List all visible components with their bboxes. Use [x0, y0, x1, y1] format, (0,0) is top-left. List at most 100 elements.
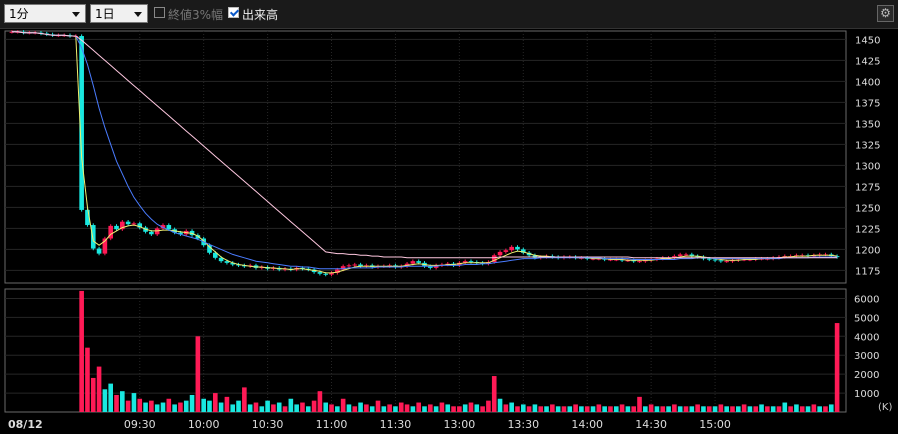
volume-bar — [288, 398, 294, 412]
volume-bar — [137, 398, 143, 412]
volume-bar — [805, 406, 811, 412]
candle-body — [503, 250, 509, 252]
volume-bar — [770, 406, 776, 412]
price-tick-label: 1425 — [855, 56, 880, 67]
moving-average-line — [11, 31, 838, 274]
volume-bar — [828, 404, 834, 412]
volume-bar — [625, 406, 631, 412]
volume-bar — [178, 402, 183, 412]
volume-bar — [276, 402, 282, 412]
volume-bar — [608, 406, 613, 412]
time-tick-label: 13:30 — [507, 418, 539, 431]
candle-body — [149, 231, 154, 235]
volume-bar — [782, 402, 788, 412]
volume-bar — [724, 406, 729, 412]
volume-bar — [486, 400, 491, 412]
volume-bar — [619, 404, 625, 412]
candle-body — [468, 261, 474, 263]
volume-bar — [305, 406, 311, 412]
price-tick-label: 1225 — [855, 224, 880, 235]
price-tick-label: 1325 — [855, 140, 880, 151]
moving-average-line — [11, 31, 838, 270]
price-tick-label: 1175 — [855, 266, 880, 277]
volume-bar — [526, 406, 532, 412]
volume-bar — [218, 402, 224, 412]
volume-bar — [776, 406, 782, 412]
price-tick-label: 1450 — [855, 35, 880, 46]
candle-body — [125, 221, 131, 225]
volume-bar — [799, 406, 805, 412]
volume-bar — [265, 400, 270, 412]
volume-bar — [242, 387, 247, 412]
volume-bar — [590, 406, 596, 412]
volume-bar — [550, 404, 555, 412]
volume-bar — [613, 406, 619, 412]
time-tick-label: 11:00 — [316, 418, 348, 431]
candle-body — [724, 261, 729, 263]
volume-bar — [567, 406, 573, 412]
volume-bar — [811, 404, 817, 412]
volume-bar — [672, 404, 677, 412]
volume-bar — [329, 404, 334, 412]
candle-body — [683, 254, 689, 256]
candle-body — [131, 223, 137, 225]
candle-body — [96, 248, 102, 254]
volume-bar — [643, 406, 648, 412]
volume-bar — [445, 404, 451, 412]
volume-bar — [422, 406, 427, 412]
volume-bar — [410, 406, 416, 412]
volume-bar — [823, 406, 828, 412]
volume-bar — [108, 383, 114, 412]
volume-bar — [149, 400, 154, 412]
volume-bar — [335, 406, 340, 412]
candle-body — [718, 260, 724, 262]
price-tick-label: 1300 — [855, 161, 880, 172]
volume-bar — [398, 402, 404, 412]
volume-bar — [125, 400, 131, 412]
candle-body — [515, 246, 520, 250]
volume-bar — [834, 323, 840, 412]
volume-bar — [648, 404, 654, 412]
candle-body — [712, 259, 718, 261]
volume-bar — [515, 406, 520, 412]
candle-body — [317, 272, 323, 274]
volume-bar — [207, 400, 212, 412]
volume-bar — [474, 404, 480, 412]
volume-bar — [212, 393, 218, 412]
volume-bar — [404, 404, 410, 412]
volume-tick-label: 3000 — [854, 351, 879, 362]
volume-bar — [311, 400, 317, 412]
volume-bar — [340, 398, 346, 412]
volume-bar — [584, 406, 590, 412]
candle-body — [416, 261, 421, 263]
time-tick-label: 14:00 — [571, 418, 603, 431]
volume-bar — [375, 400, 381, 412]
volume-bar — [765, 406, 770, 412]
volume-bar — [317, 391, 323, 412]
volume-bar — [102, 389, 108, 412]
volume-bar — [677, 406, 683, 412]
volume-bar — [433, 406, 439, 412]
time-tick-label: 15:00 — [699, 418, 731, 431]
volume-bar — [596, 404, 602, 412]
candle-body — [323, 273, 329, 275]
volume-tick-label: 5000 — [854, 313, 879, 324]
volume-bar — [230, 404, 236, 412]
candle-body — [509, 246, 514, 251]
candle-body — [352, 264, 358, 266]
volume-bar — [253, 402, 259, 412]
volume-bar — [172, 404, 177, 412]
volume-bar — [224, 396, 230, 412]
volume-bar — [195, 336, 201, 412]
volume-bar — [166, 398, 172, 412]
volume-bar — [294, 404, 299, 412]
time-tick-label: 10:00 — [188, 418, 220, 431]
volume-bar — [654, 406, 660, 412]
price-tick-label: 1200 — [855, 245, 880, 256]
volume-bar — [741, 404, 747, 412]
volume-bar — [346, 404, 352, 412]
volume-bar — [759, 404, 764, 412]
volume-bar — [120, 391, 125, 412]
price-tick-label: 1350 — [855, 119, 880, 130]
volume-bar — [381, 406, 387, 412]
